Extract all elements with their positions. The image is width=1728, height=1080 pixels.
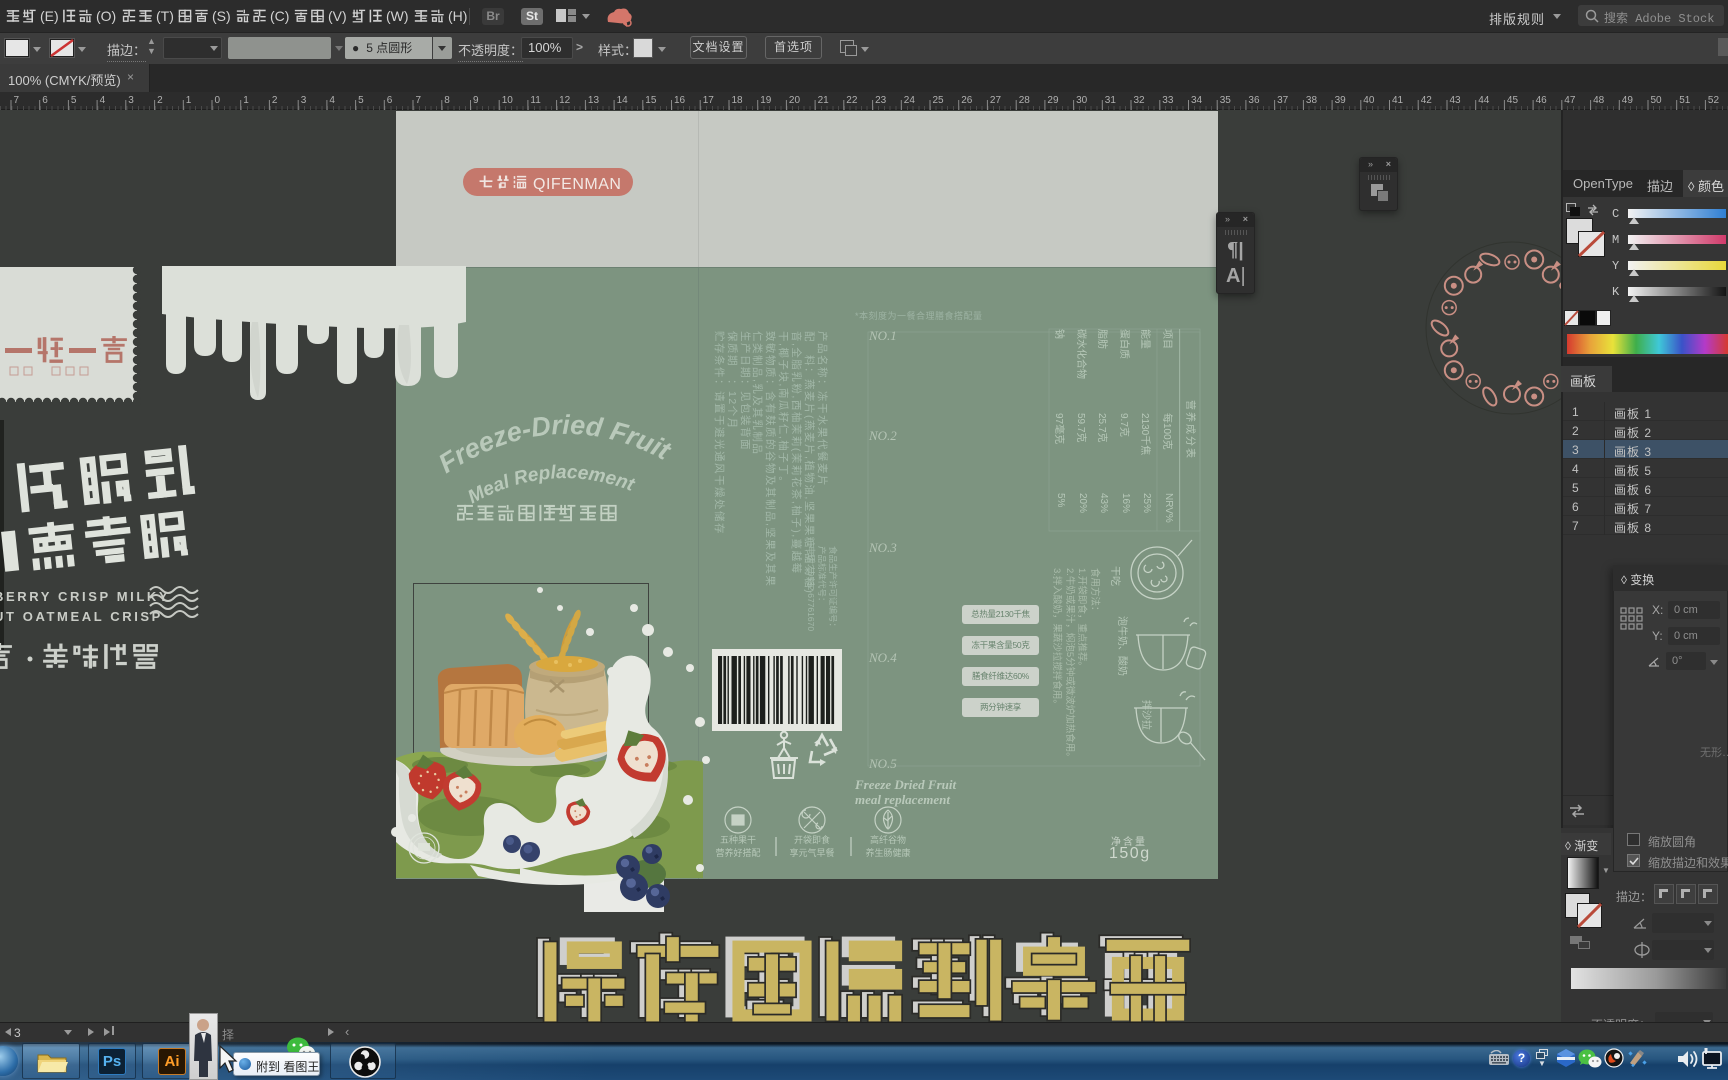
svg-text:11: 11: [530, 95, 541, 106]
svg-text:2: 2: [272, 95, 278, 106]
svg-text:3: 3: [128, 95, 134, 106]
svg-text:(T): (T): [156, 8, 174, 24]
svg-text:27: 27: [990, 95, 1002, 106]
svg-text:21: 21: [818, 95, 830, 106]
svg-text:50: 50: [1651, 95, 1663, 106]
svg-text:29: 29: [1047, 95, 1059, 106]
svg-text:46: 46: [1536, 95, 1548, 106]
svg-text:23: 23: [875, 95, 887, 106]
svg-text:39: 39: [1335, 95, 1347, 106]
svg-text:5: 5: [71, 95, 77, 106]
svg-text:36: 36: [1248, 95, 1260, 106]
svg-text:Meal Replacement: Meal Replacement: [465, 462, 638, 508]
svg-text:31: 31: [1105, 95, 1117, 106]
svg-text:4: 4: [329, 95, 335, 106]
svg-text:28: 28: [1019, 95, 1031, 106]
svg-text:(H): (H): [448, 8, 467, 24]
svg-text:2: 2: [157, 95, 163, 106]
svg-text:17: 17: [703, 95, 715, 106]
svg-text:19: 19: [760, 95, 772, 106]
svg-text:34: 34: [1191, 95, 1203, 106]
svg-text:6: 6: [387, 95, 393, 106]
svg-text:22: 22: [846, 95, 858, 106]
svg-text:QIFENMAN: QIFENMAN: [533, 176, 621, 193]
svg-text:38: 38: [1306, 95, 1318, 106]
svg-text:26: 26: [961, 95, 973, 106]
svg-text:8: 8: [444, 95, 450, 106]
svg-text:(V): (V): [328, 8, 347, 24]
svg-text:15: 15: [645, 95, 657, 106]
svg-text:1: 1: [243, 95, 249, 106]
svg-text:7: 7: [416, 95, 422, 106]
svg-text:14: 14: [617, 95, 629, 106]
svg-text:(C): (C): [270, 8, 289, 24]
svg-text:42: 42: [1421, 95, 1433, 106]
svg-text:51: 51: [1679, 95, 1691, 106]
svg-text:(W): (W): [386, 8, 409, 24]
svg-text:52: 52: [1708, 95, 1720, 106]
svg-text:0: 0: [215, 95, 221, 106]
svg-text:3: 3: [301, 95, 307, 106]
svg-text:(E): (E): [40, 8, 59, 24]
svg-text:UT OATMEAL CRISP: UT OATMEAL CRISP: [0, 609, 163, 624]
svg-text:49: 49: [1622, 95, 1634, 106]
svg-text:18: 18: [732, 95, 744, 106]
svg-text:5: 5: [358, 95, 364, 106]
svg-text:25: 25: [933, 95, 945, 106]
svg-text:16: 16: [674, 95, 686, 106]
svg-text:4: 4: [100, 95, 106, 106]
svg-text:9: 9: [473, 95, 479, 106]
svg-text:43: 43: [1450, 95, 1462, 106]
svg-text:24: 24: [904, 95, 916, 106]
svg-text:41: 41: [1392, 95, 1404, 106]
svg-text:7: 7: [14, 95, 20, 106]
svg-text:(O): (O): [96, 8, 116, 24]
svg-text:30: 30: [1076, 95, 1088, 106]
svg-text:32: 32: [1134, 95, 1146, 106]
svg-text:47: 47: [1564, 95, 1576, 106]
svg-text:37: 37: [1277, 95, 1289, 106]
svg-text:BERRY CRISP MILKY: BERRY CRISP MILKY: [0, 589, 170, 604]
svg-text:10: 10: [502, 95, 514, 106]
svg-text:33: 33: [1162, 95, 1174, 106]
svg-text:12: 12: [559, 95, 571, 106]
svg-text:35: 35: [1220, 95, 1232, 106]
svg-text:1: 1: [186, 95, 192, 106]
svg-text:44: 44: [1478, 95, 1490, 106]
svg-text:(S): (S): [212, 8, 231, 24]
svg-text:48: 48: [1593, 95, 1605, 106]
svg-text:40: 40: [1363, 95, 1375, 106]
svg-text:13: 13: [588, 95, 600, 106]
svg-text:20: 20: [789, 95, 801, 106]
svg-text:45: 45: [1507, 95, 1519, 106]
svg-text:6: 6: [42, 95, 48, 106]
